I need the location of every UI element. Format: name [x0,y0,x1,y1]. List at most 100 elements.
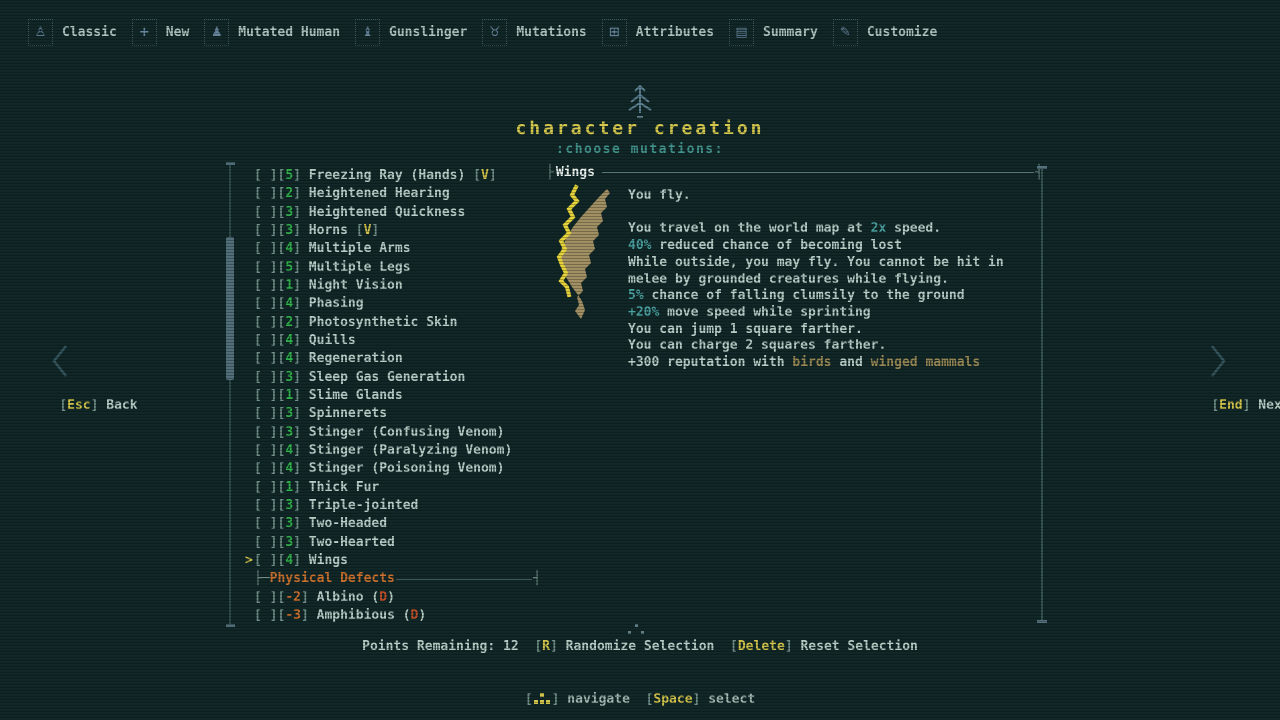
mutation-row-sleep-gas-generation[interactable]: [ ][3] Sleep Gas Generation [245,369,541,387]
bracket: ] [293,515,301,533]
bracket: [ [59,398,67,413]
tab-new[interactable]: +New [132,19,189,46]
bracket: ] [550,639,558,654]
tab-mutated-human[interactable]: ♟ Mutated Human [204,19,340,46]
mutation-name: Freezing Ray (Hands) [301,167,465,185]
action-reset-selection[interactable]: [Delete] Reset Selection [730,639,918,654]
tab-label: Mutated Human [238,25,340,40]
mutation-row-slime-glands[interactable]: [ ][1] Slime Glands [245,387,541,405]
variant-tag: V [364,222,372,240]
action-randomize-selection[interactable]: [R] Randomize Selection [534,639,714,654]
cost-value: 5 [285,167,293,185]
tab-gunslinger[interactable]: ♝Gunslinger [355,19,467,46]
mutation-row-heightened-quickness[interactable]: [ ][3] Heightened Quickness [245,204,541,222]
mutation-row-triple-jointed[interactable]: [ ][3] Triple-jointed [245,497,541,515]
mutation-row-heightened-hearing[interactable]: [ ][2] Heightened Hearing [245,185,541,203]
tab-summary[interactable]: ▤Summary [729,19,818,46]
mutation-row-stinger-poisoning-venom[interactable]: [ ][4] Stinger (Poisoning Venom) [245,460,541,478]
mutation-name: Two-Hearted [301,534,395,552]
scroll-more-indicator [628,624,648,636]
cost-value: 3 [285,424,293,442]
tab-classic[interactable]: ♙Classic [28,19,117,46]
bracket: ] [301,607,309,625]
checkbox: [ ] [254,277,277,295]
list-scrollbar-track[interactable] [229,165,231,624]
back-button[interactable]: [Esc] Back [28,383,138,428]
hint-select[interactable]: [Space] select [646,692,756,707]
bracket: [ [277,240,285,258]
checkbox: [ ] [254,442,277,460]
mutation-name: Wings [301,552,348,570]
mutation-name: Two-Headed [301,515,387,533]
paren: ) [418,607,426,625]
cost-value: 3 [285,369,293,387]
mutation-name: Multiple Legs [301,259,411,277]
tab-attributes[interactable]: ⊞Attributes [602,19,714,46]
mutation-row-stinger-confusing-venom[interactable]: [ ][3] Stinger (Confusing Venom) [245,424,541,442]
mutation-row-spinnerets[interactable]: [ ][3] Spinnerets [245,405,541,423]
checkbox: [ ] [254,424,277,442]
mutation-row-stinger-paralyzing-venom[interactable]: [ ][4] Stinger (Paralyzing Venom) [245,442,541,460]
mutation-name: Amphibious [309,607,395,625]
mutation-row-night-vision[interactable]: [ ][1] Night Vision [245,277,541,295]
mutant-figure-icon: ♟ [204,19,229,46]
mutation-name: Thick Fur [301,479,379,497]
list-scrollbar-bottom-cap[interactable] [226,624,235,627]
cost-value: 3 [285,405,293,423]
mutation-row-horns[interactable]: [ ][3] Horns [V] [245,222,541,240]
section-line [396,579,532,580]
bracket: [ [277,295,285,313]
mutation-row-multiple-arms[interactable]: [ ][4] Multiple Arms [245,240,541,258]
defect-row-amphibious[interactable]: [ ][-3] Amphibious (D) [245,607,541,625]
cost-value: 4 [285,240,293,258]
action-label: Reset Selection [793,639,918,654]
text-segment: birds [792,355,831,370]
checkbox: [ ] [254,295,277,313]
cost-value: 4 [285,295,293,313]
mutation-row-quills[interactable]: [ ][4] Quills [245,332,541,350]
hint-navigate[interactable]: [] navigate [525,692,630,707]
mutation-row-phasing[interactable]: [ ][4] Phasing [245,295,541,313]
tab-label: Classic [62,25,117,40]
mutation-row-two-headed[interactable]: [ ][3] Two-Headed [245,515,541,533]
bracket: [ [473,167,481,185]
section-header-physical-defects: ├─Physical Defects┤ [245,570,541,588]
defect-row-albino[interactable]: [ ][-2] Albino (D) [245,589,541,607]
variant-tag: V [481,167,489,185]
cost-value: 1 [285,479,293,497]
mutation-row-multiple-legs[interactable]: [ ][5] Multiple Legs [245,259,541,277]
chevron-right-icon[interactable] [1206,341,1230,385]
detail-scrollbar-track[interactable] [1041,169,1043,620]
checkbox: [ ] [254,314,277,332]
mutation-row-wings[interactable]: >[ ][4] Wings [245,552,541,570]
mutation-name: Night Vision [301,277,403,295]
mutation-row-two-hearted[interactable]: [ ][3] Two-Hearted [245,534,541,552]
bracket: [ [1211,398,1219,413]
tab-customize[interactable]: ✎Customize [833,19,937,46]
bracket: ] [293,314,301,332]
paren: ( [403,607,411,625]
mutation-row-regeneration[interactable]: [ ][4] Regeneration [245,350,541,368]
mutation-list: [ ][5] Freezing Ray (Hands) [V][ ][2] He… [245,167,541,625]
chevron-left-icon[interactable] [48,341,72,385]
checkbox: [ ] [254,222,277,240]
tab-mutations[interactable]: ♉Mutations [482,19,586,46]
next-button[interactable]: [End] Next [1180,383,1280,428]
mutation-row-thick-fur[interactable]: [ ][1] Thick Fur [245,479,541,497]
text-segment: 40% [628,238,651,253]
cost-value: 3 [285,497,293,515]
text-segment: melee by grounded creatures while flying… [628,272,949,287]
text-segment [465,167,473,185]
mutation-name: Heightened Quickness [301,204,465,222]
tab-label: Summary [763,25,818,40]
horned-head-icon: ♉ [482,19,507,46]
tab-label: Attributes [636,25,714,40]
defect-tag: D [411,607,419,625]
detail-scrollbar-bottom-cap[interactable] [1037,620,1047,623]
description-line: You fly. [628,188,1038,205]
mutation-row-freezing-ray-hands[interactable]: [ ][5] Freezing Ray (Hands) [V] [245,167,541,185]
text-segment [348,222,356,240]
pencil-icon: ✎ [833,19,858,46]
mutation-row-photosynthetic-skin[interactable]: [ ][2] Photosynthetic Skin [245,314,541,332]
list-scrollbar-thumb[interactable] [226,237,234,380]
